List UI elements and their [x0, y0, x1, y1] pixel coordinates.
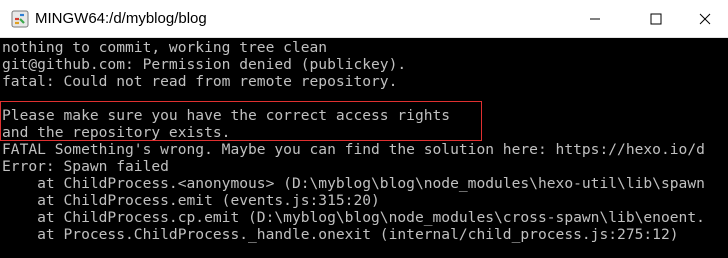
mingw-terminal-icon — [11, 10, 29, 28]
terminal-line: Error: Spawn failed — [2, 158, 169, 175]
terminal-line: git@github.com: Permission denied (publi… — [2, 56, 407, 73]
window-title: MINGW64:/d/myblog/blog — [35, 10, 207, 27]
title-bar[interactable]: MINGW64:/d/myblog/blog — [0, 0, 728, 38]
terminal-line: at ChildProcess.cp.emit (D:\myblog\blog\… — [2, 209, 705, 226]
close-icon — [699, 13, 711, 25]
close-button[interactable] — [682, 0, 728, 38]
terminal-line: fatal: Could not read from remote reposi… — [2, 73, 398, 90]
terminal-line: at ChildProcess.emit (events.js:315:20) — [2, 192, 380, 209]
maximize-button[interactable] — [633, 0, 679, 38]
terminal-line: nothing to commit, working tree clean — [2, 39, 328, 56]
terminal-line: FATAL Something's wrong. Maybe you can f… — [2, 141, 705, 158]
terminal-window: MINGW64:/d/myblog/blog nothing to commit… — [0, 0, 728, 258]
minimize-button[interactable] — [572, 0, 618, 38]
maximize-icon — [650, 13, 662, 25]
terminal-line: at Process.ChildProcess._handle.onexit (… — [2, 226, 679, 243]
terminal-line: at ChildProcess.<anonymous> (D:\myblog\b… — [2, 175, 705, 192]
minimize-icon — [590, 18, 600, 20]
highlight-annotation-box — [0, 101, 482, 141]
terminal-output[interactable]: nothing to commit, working tree clean gi… — [0, 38, 728, 258]
